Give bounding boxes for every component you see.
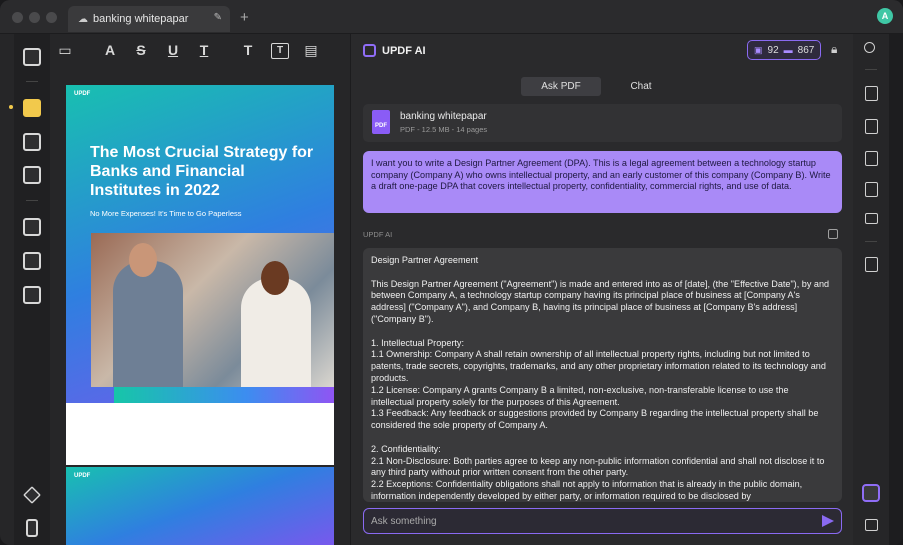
ai-assistant-panel: UPDF AI ▣ 92 ▬ 867 🔒︎ Ask PDF Chat PDF b… [350, 34, 853, 545]
ocr-icon[interactable] [865, 86, 878, 101]
title-bar: ☁ banking whitepapar ✎ + A [0, 0, 903, 34]
answer-clause-2-1: 2.1 Non-Disclosure: Both parties agree t… [371, 455, 825, 478]
ask-input[interactable] [371, 514, 801, 529]
ai-response-bubble: Design Partner Agreement This Design Par… [363, 248, 842, 502]
comment-icon[interactable]: ▭ [56, 42, 74, 59]
pdf-page-1-bottom [66, 403, 334, 465]
layers-icon[interactable] [23, 486, 41, 504]
tab-title: banking whitepapar [93, 13, 189, 25]
ask-input-box [363, 508, 842, 534]
send-icon[interactable] [822, 515, 834, 527]
search-icon[interactable] [864, 42, 875, 53]
rail-divider [26, 81, 38, 82]
squiggly-underline-icon[interactable]: T [195, 42, 213, 58]
bookmark-icon[interactable] [26, 519, 38, 537]
gradient-stripe [114, 387, 334, 403]
rename-pencil-icon[interactable]: ✎ [214, 12, 222, 23]
credits-a: 92 [767, 44, 779, 56]
form-icon[interactable] [23, 166, 41, 184]
convert-icon[interactable] [865, 119, 878, 134]
file-meta: PDF - 12.5 MB - 14 pages [400, 125, 488, 134]
share-icon[interactable] [865, 182, 878, 197]
responder-label: UPDF AI [363, 230, 393, 239]
chat-credit-icon: ▬ [783, 45, 793, 55]
underline-icon[interactable]: U [164, 42, 182, 58]
tab-chat[interactable]: Chat [601, 77, 681, 96]
save-icon[interactable] [865, 257, 878, 272]
rail-divider [26, 200, 38, 201]
rail-divider [865, 241, 877, 242]
highlight-pen-icon[interactable]: A [101, 42, 119, 58]
tab-ask-pdf[interactable]: Ask PDF [521, 77, 601, 96]
redact-icon[interactable] [23, 286, 41, 304]
copy-icon[interactable] [828, 229, 838, 239]
answer-clause-1-3: 1.3 Feedback: Any feedback or suggestion… [371, 408, 819, 431]
right-tool-rail [853, 34, 889, 545]
comment-mode-icon[interactable] [23, 99, 41, 117]
document-credit-icon: ▣ [754, 44, 763, 55]
close-window-button[interactable] [12, 12, 23, 23]
high-five-photo [91, 233, 334, 387]
credits-badge[interactable]: ▣ 92 ▬ 867 [747, 40, 822, 60]
zoom-window-button[interactable] [46, 12, 57, 23]
ai-title: UPDF AI [382, 44, 426, 57]
updf-logo: UPDF [74, 473, 91, 479]
document-tab[interactable]: ☁ banking whitepapar ✎ [68, 6, 230, 32]
file-card[interactable]: PDF banking whitepapar PDF - 12.5 MB - 1… [363, 104, 842, 142]
mail-icon[interactable] [865, 213, 878, 224]
user-avatar[interactable]: A [877, 8, 893, 24]
answer-section-1: 1. Intellectual Property: [371, 337, 465, 348]
answer-clause-1-1: 1.1 Ownership: Company A shall retain ow… [371, 349, 826, 383]
window-edge [889, 34, 903, 545]
reader-mode-icon[interactable] [23, 48, 41, 66]
page-subtitle: No More Expenses! It's Time to Go Paperl… [90, 209, 242, 218]
minimize-window-button[interactable] [29, 12, 40, 23]
answer-intro: This Design Partner Agreement ("Agreemen… [371, 278, 830, 324]
file-name: banking whitepapar [400, 111, 487, 122]
cloud-icon: ☁ [78, 13, 88, 25]
ai-header: UPDF AI [363, 44, 426, 57]
rail-divider [865, 69, 877, 70]
answer-heading: Design Partner Agreement [371, 255, 479, 265]
answer-clause-2-2: 2.2 Exceptions: Confidentiality obligati… [371, 479, 803, 501]
edit-pdf-icon[interactable] [23, 133, 41, 151]
text-box-icon[interactable]: T [271, 43, 289, 59]
pdf-viewer: ▭ A S U T T T ▤ UPDF The Most Crucial St… [50, 34, 350, 545]
app-window: ☁ banking whitepapar ✎ + A ▭ A S U T T T… [0, 0, 903, 545]
pdf-page-2: UPDF [66, 467, 334, 545]
left-tool-rail [9, 34, 50, 545]
credits-b: 867 [797, 44, 815, 56]
chat-icon[interactable] [865, 519, 878, 531]
lock-icon[interactable]: 🔒︎ [831, 42, 837, 57]
mode-switch: Ask PDF Chat [521, 77, 681, 96]
crop-icon[interactable] [23, 252, 41, 270]
updf-ai-logo-icon [363, 44, 376, 57]
strikethrough-icon[interactable]: S [132, 42, 150, 58]
organize-pages-icon[interactable] [23, 218, 41, 236]
page-title: The Most Crucial Strategy for Banks and … [90, 144, 314, 199]
user-prompt-bubble: I want you to write a Design Partner Agr… [363, 151, 842, 213]
answer-section-2: 2. Confidentiality: [371, 443, 441, 454]
updf-ai-icon[interactable] [862, 484, 880, 502]
text-icon[interactable]: T [239, 42, 257, 58]
new-tab-button[interactable]: + [240, 9, 249, 26]
protect-icon[interactable] [865, 151, 878, 166]
active-indicator [9, 105, 13, 109]
pdf-file-icon: PDF [372, 110, 390, 134]
updf-logo: UPDF [74, 91, 91, 97]
annotation-toolbar: ▭ A S U T T T ▤ [50, 34, 350, 68]
answer-clause-1-2: 1.2 License: Company A grants Company B … [371, 384, 789, 407]
text-callout-icon[interactable]: ▤ [302, 42, 320, 59]
